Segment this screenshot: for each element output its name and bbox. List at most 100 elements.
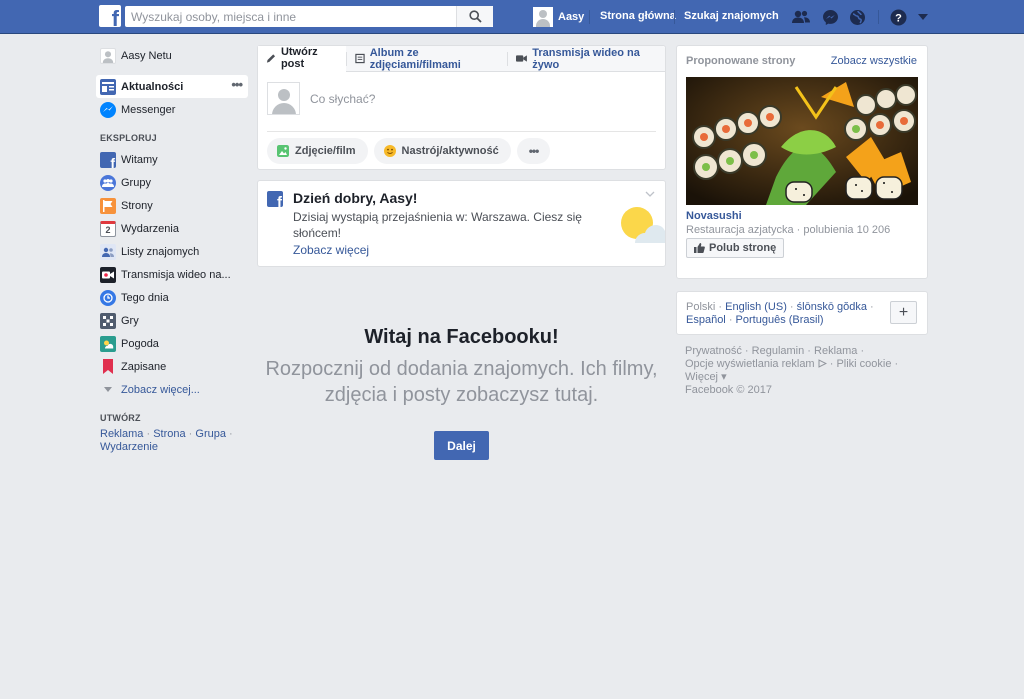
search-button[interactable] (456, 6, 493, 27)
language-option[interactable]: Español (686, 314, 726, 326)
create-ad-link[interactable]: Reklama (100, 428, 143, 440)
tab-label: Transmisja wideo na żywo (532, 46, 640, 71)
language-option[interactable]: ślōnskō gŏdka (797, 301, 867, 313)
live-video-camera-icon (100, 266, 116, 283)
sidebar-item-events[interactable]: 2 Wydarzenia (96, 217, 248, 240)
page-name-link[interactable]: Novasushi (686, 210, 742, 222)
sidebar-item-groups[interactable]: Grupy (96, 171, 248, 194)
add-language-button[interactable]: + (890, 301, 917, 324)
page-meta: Restauracja azjatycka · polubienia 10 20… (686, 224, 891, 236)
sidebar-item-friend-lists[interactable]: Listy znajomych (96, 240, 248, 263)
account-menu-chevron-down-icon[interactable] (913, 8, 933, 26)
top-bar: f Aasy Strona główna Szukaj znajomych ? (0, 0, 1024, 34)
video-camera-icon (516, 55, 528, 62)
see-all-link[interactable]: Zobacz wszystkie (831, 55, 917, 67)
divider (674, 10, 675, 24)
post-composer: Utwórz post Album ze zdjęciami/filmami T… (257, 45, 666, 170)
sidebar-item-label: Messenger (121, 103, 176, 116)
pencil-icon (266, 53, 276, 63)
facebook-logo[interactable]: f (99, 5, 121, 27)
sidebar-item-saved[interactable]: Zapisane (96, 355, 248, 378)
see-more-label: Zobacz więcej... (121, 383, 200, 396)
photo-video-button[interactable]: Zdjęcie/film (267, 138, 368, 164)
advertising-link[interactable]: Reklama (814, 345, 857, 357)
sun-cloud-icon (615, 203, 665, 247)
next-button[interactable]: Dalej (434, 431, 489, 460)
profile-link[interactable]: Aasy (533, 6, 584, 27)
chevron-down-icon (100, 382, 116, 398)
sidebar-item-label: Tego dnia (121, 291, 169, 304)
tab-photo-album[interactable]: Album ze zdjęciami/filmami (347, 46, 508, 72)
create-event-link[interactable]: Wydarzenie (100, 441, 158, 453)
button-label: Nastrój/aktywność (401, 145, 499, 157)
pages-flag-icon (100, 197, 116, 214)
sidebar-item-label: Aasy Netu (121, 49, 172, 62)
privacy-link[interactable]: Prywatność (685, 345, 742, 357)
friend-requests-icon[interactable] (791, 8, 811, 26)
cookies-link[interactable]: Pliki cookie (836, 358, 891, 370)
sidebar-item-games[interactable]: Gry (96, 309, 248, 332)
terms-link[interactable]: Regulamin (752, 345, 805, 357)
page-cover-image[interactable] (686, 77, 918, 205)
ad-choices-link[interactable]: Opcje wyświetlania reklam (685, 358, 815, 370)
games-icon (100, 312, 116, 329)
tab-live-video[interactable]: Transmisja wideo na żywo (508, 46, 665, 72)
tab-label: Utwórz post (280, 46, 318, 70)
tab-create-post[interactable]: Utwórz post (258, 45, 346, 72)
see-more-link[interactable]: Zobacz więcej... (96, 378, 248, 401)
feeling-activity-button[interactable]: Nastrój/aktywność (373, 138, 511, 164)
help-icon[interactable]: ? (888, 8, 908, 26)
notifications-globe-icon[interactable] (847, 8, 867, 26)
composer-body[interactable]: Co słychać? (267, 72, 656, 132)
sidebar-item-pages[interactable]: Strony (96, 194, 248, 217)
ad-choices-icon (818, 359, 827, 368)
language-option[interactable]: Português (Brasil) (736, 314, 824, 326)
plus-icon: + (898, 303, 909, 321)
sidebar-item-profile[interactable]: Aasy Netu (96, 44, 248, 67)
left-navigation: Aasy Netu Aktualności ••• Messenger EKSP… (96, 44, 248, 454)
sidebar-item-label: Grupy (121, 176, 151, 189)
sidebar-item-welcome[interactable]: f Witamy (96, 148, 248, 171)
avatar (100, 47, 116, 64)
sidebar-item-weather[interactable]: Pogoda (96, 332, 248, 355)
language-selector: Polski · English (US) · ślōnskō gŏdka · … (676, 291, 928, 335)
greeting-text: Dzisiaj wystąpią przejaśnienia w: Warsza… (293, 210, 582, 240)
friend-lists-icon (100, 243, 116, 260)
find-friends-link[interactable]: Szukaj znajomych (684, 10, 779, 22)
more-options-icon[interactable]: ••• (231, 78, 243, 91)
sidebar-item-label: Gry (121, 314, 139, 327)
more-options-button[interactable]: ••• (516, 138, 551, 164)
svg-text:?: ? (895, 12, 902, 24)
sidebar-item-label: Witamy (121, 153, 158, 166)
facebook-welcome-icon: f (100, 151, 116, 168)
chevron-down-icon[interactable] (645, 189, 655, 200)
create-page-link[interactable]: Strona (153, 428, 185, 440)
sidebar-item-news-feed[interactable]: Aktualności ••• (96, 75, 248, 98)
sidebar-item-label: Pogoda (121, 337, 159, 350)
like-page-button[interactable]: Polub stronę (686, 238, 785, 258)
search-input[interactable] (125, 6, 493, 27)
sidebar-item-label: Zapisane (121, 360, 167, 373)
smiley-icon (383, 145, 396, 157)
sidebar-item-live-video[interactable]: Transmisja wideo na... (96, 263, 248, 286)
greeting-card: f Dzień dobry, Aasy! Dzisiaj wystąpią pr… (257, 180, 666, 267)
thumbs-up-icon (694, 243, 705, 253)
language-option[interactable]: English (US) (725, 301, 787, 313)
divider (878, 10, 879, 24)
messenger-icon[interactable] (820, 8, 840, 26)
button-label: Zdjęcie/film (295, 145, 356, 157)
suggested-pages-title: Proponowane strony (686, 55, 796, 67)
sidebar-item-messenger[interactable]: Messenger (96, 98, 248, 121)
groups-icon (100, 174, 116, 191)
home-link[interactable]: Strona główna (600, 10, 676, 22)
see-more-link[interactable]: Zobacz więcej (293, 243, 369, 257)
suggested-pages: Proponowane strony Zobacz wszystkie Nova… (676, 45, 928, 279)
create-group-link[interactable]: Grupa (195, 428, 226, 440)
composer-input[interactable]: Co słychać? (310, 92, 375, 106)
composer-actions: Zdjęcie/film Nastrój/aktywność ••• (258, 132, 665, 170)
more-link[interactable]: Więcej (685, 371, 718, 383)
welcome-text: Rozpocznij od dodania znajomych. Ich fil… (265, 358, 658, 406)
weather-icon (100, 335, 116, 352)
sidebar-item-on-this-day[interactable]: Tego dnia (96, 286, 248, 309)
tab-label: Album ze zdjęciami/filmami (369, 46, 461, 71)
